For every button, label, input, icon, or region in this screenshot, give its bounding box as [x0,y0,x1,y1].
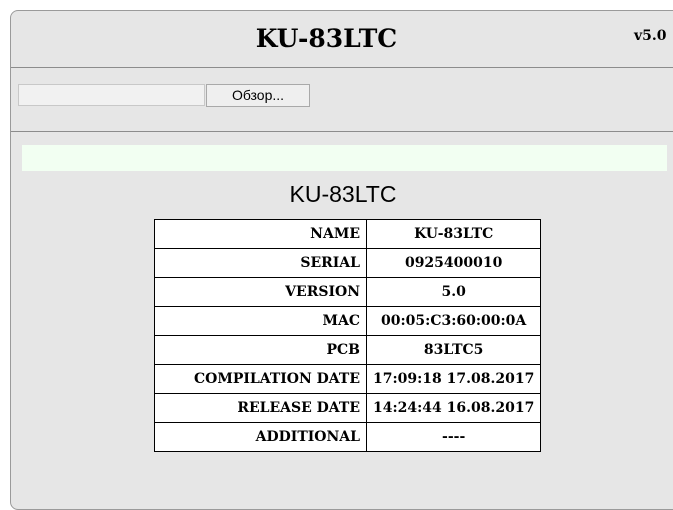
info-key: RELEASE DATE [154,393,367,423]
info-value: ---- [365,422,542,452]
table-row: VERSION 5.0 [154,277,542,307]
device-heading: KU-83LTC [289,181,397,207]
table-row: NAME KU-83LTC [154,219,542,249]
page-title: KU-83LTC [255,24,398,53]
info-key: PCB [154,335,367,365]
info-value: 83LTC5 [365,335,542,365]
info-value: 5.0 [365,277,542,307]
info-key: COMPILATION DATE [154,364,367,394]
table-row: COMPILATION DATE 17:09:18 17.08.2017 [154,364,542,394]
info-value: 00:05:C3:60:00:0A [365,306,542,336]
info-value: 17:09:18 17.08.2017 [365,364,542,394]
info-key: VERSION [154,277,367,307]
info-key: NAME [154,219,367,249]
info-value: 14:24:44 16.08.2017 [365,393,542,423]
table-row: SERIAL 0925400010 [154,248,542,278]
info-value: KU-83LTC [365,219,542,249]
table-row: ADDITIONAL ---- [154,422,542,452]
table-row: MAC 00:05:C3:60:00:0A [154,306,542,336]
device-info-table: NAME KU-83LTC SERIAL 0925400010 VERSION … [154,219,542,452]
version-label: v5.0 [634,28,667,44]
browse-button[interactable]: Обзор... [206,84,310,107]
header-divider [11,67,673,68]
info-key: SERIAL [154,248,367,278]
table-row: PCB 83LTC5 [154,335,542,365]
info-key: MAC [154,306,367,336]
status-bar [22,145,667,171]
table-row: RELEASE DATE 14:24:44 16.08.2017 [154,393,542,423]
upload-divider [11,131,673,132]
info-key: ADDITIONAL [154,422,367,452]
file-path-field[interactable] [18,84,205,106]
info-value: 0925400010 [365,248,542,278]
